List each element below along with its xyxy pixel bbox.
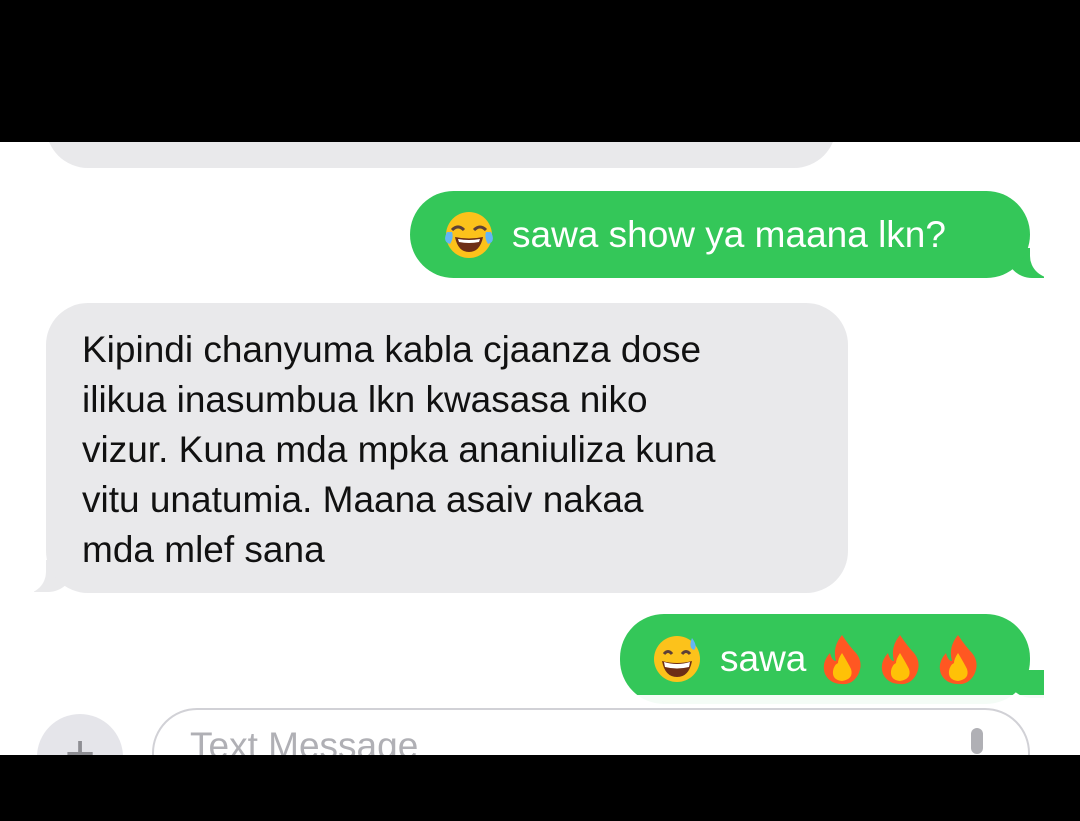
message-line: vitu unatumia. Maana asaiv nakaa xyxy=(82,479,644,520)
incoming-message-bubble[interactable]: Kipindi chanyuma kabla cjaanza dose ilik… xyxy=(46,303,848,593)
fire-icon xyxy=(940,635,977,685)
message-text: sawa xyxy=(720,638,807,679)
message-text: Kipindi chanyuma kabla cjaanza dose ilik… xyxy=(82,325,812,575)
screenshot-frame: sawa show ya maana lkn? Kipindi chanyuma… xyxy=(0,0,1080,821)
bottom-letterbox-bar xyxy=(0,755,1080,821)
message-line: vizur. Kuna mda mpka ananiuliza kuna xyxy=(82,429,716,470)
face-with-tears-of-joy-icon xyxy=(445,211,493,258)
microphone-icon[interactable] xyxy=(968,728,986,755)
message-text: sawa show ya maana lkn? xyxy=(512,213,946,255)
text-message-input[interactable]: Text Message xyxy=(152,708,1030,755)
fire-icon xyxy=(882,635,919,685)
outgoing-message-bubble[interactable]: sawa xyxy=(620,614,1030,704)
message-line: Kipindi chanyuma kabla cjaanza dose xyxy=(82,329,702,370)
grinning-face-with-sweat-icon xyxy=(654,636,700,682)
message-line: mda mlef sana xyxy=(82,529,325,570)
message-line: ilikua inasumbua lkn kwasasa niko xyxy=(82,379,648,420)
outgoing-message-bubble[interactable]: sawa show ya maana lkn? xyxy=(410,191,1030,278)
fire-icon xyxy=(824,635,861,685)
message-thread[interactable]: sawa show ya maana lkn? Kipindi chanyuma… xyxy=(0,142,1080,755)
partial-incoming-bubble xyxy=(46,142,836,168)
top-letterbox-bar xyxy=(0,0,1080,142)
